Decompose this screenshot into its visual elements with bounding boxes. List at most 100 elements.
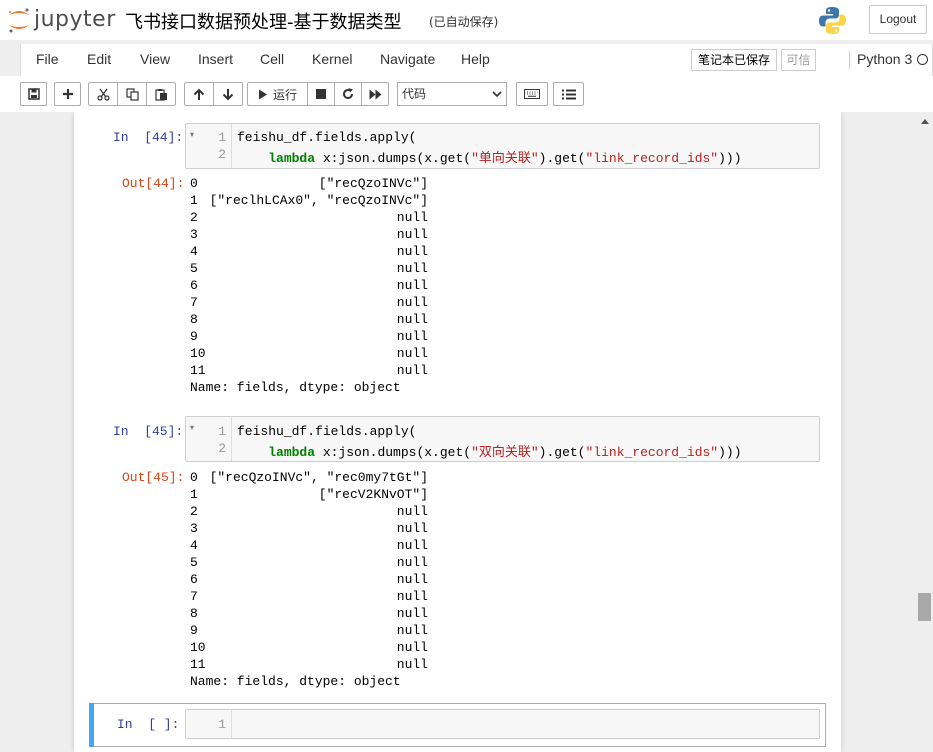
output-value: null bbox=[396, 363, 428, 378]
move-up-button[interactable] bbox=[184, 82, 214, 106]
line-gutter: 1 bbox=[186, 710, 232, 738]
output-index: 2 bbox=[190, 210, 198, 225]
scrollbar-thumb[interactable] bbox=[918, 593, 931, 621]
output-row: 6 null bbox=[190, 571, 428, 588]
output-value: ["reclhLCAx0", "recQzoINVc"] bbox=[209, 193, 428, 208]
cell-type-select[interactable]: 代码 bbox=[397, 82, 507, 106]
code-line-2: lambda x:json.dumps(x.get("单向关联").get("l… bbox=[268, 151, 742, 166]
autosave-status: (已自动保存) bbox=[429, 15, 499, 29]
play-icon bbox=[258, 89, 267, 99]
run-label: 运行 bbox=[272, 87, 297, 102]
string-token: "双向关联" bbox=[471, 445, 539, 460]
line-number: 2 bbox=[218, 147, 226, 162]
output-index: 1 bbox=[190, 487, 198, 502]
output-value: ["recQzoINVc"] bbox=[318, 176, 428, 191]
output-index: 2 bbox=[190, 504, 198, 519]
insert-cell-button[interactable] bbox=[54, 82, 81, 106]
output-index: 5 bbox=[190, 261, 198, 276]
restart-button[interactable] bbox=[334, 82, 362, 106]
notebook-saved-indicator: 笔记本已保存 bbox=[691, 49, 778, 71]
output-index: 6 bbox=[190, 278, 198, 293]
arrow-down-icon bbox=[222, 88, 234, 100]
output-value: null bbox=[396, 521, 428, 536]
notebook-title[interactable]: 飞书接口数据预处理-基于数据类型 bbox=[125, 8, 402, 34]
output-value: null bbox=[396, 640, 428, 655]
output-row: 3 null bbox=[190, 226, 428, 243]
menu-cell[interactable]: Cell bbox=[260, 44, 284, 76]
selection-bar bbox=[89, 703, 94, 747]
copy-icon bbox=[125, 87, 139, 101]
output-row: 5 null bbox=[190, 260, 428, 277]
restart-run-all-button[interactable] bbox=[361, 82, 389, 106]
restart-icon bbox=[343, 88, 353, 99]
output-index: 4 bbox=[190, 244, 198, 259]
output-index: 0 bbox=[190, 470, 198, 485]
kernel-name[interactable]: Python 3 bbox=[857, 44, 912, 75]
output-row: 2 null bbox=[190, 503, 428, 520]
cell-44-output: 0 ["recQzoINVc"] 1 ["reclhLCAx0", "recQzoIN… bbox=[190, 175, 428, 396]
output-row: 10 null bbox=[190, 345, 428, 362]
line-gutter: ▾ 1 2 bbox=[186, 417, 232, 461]
code-cell-44-input[interactable]: ▾ 1 2 feishu_df.fields.apply( lambda x:j… bbox=[185, 123, 820, 169]
paste-button[interactable] bbox=[146, 82, 176, 106]
menu-view[interactable]: View bbox=[140, 44, 170, 76]
logout-button[interactable]: Logout bbox=[869, 5, 927, 34]
menu-insert[interactable]: Insert bbox=[198, 44, 233, 76]
output-row: 0 ["recQzoINVc", "rec0my7tGt"] bbox=[190, 469, 428, 486]
jupyter-logo[interactable]: jupyter bbox=[6, 6, 116, 34]
menu-navigate[interactable]: Navigate bbox=[380, 44, 435, 76]
output-footer: Name: fields, dtype: object bbox=[190, 380, 401, 395]
string-token: "单向关联" bbox=[471, 151, 539, 166]
output-value: null bbox=[396, 606, 428, 621]
scroll-up-arrow-icon[interactable] bbox=[921, 118, 929, 124]
arrow-up-icon bbox=[193, 88, 205, 100]
run-button[interactable]: 运行 bbox=[247, 82, 308, 106]
output-value: ["recQzoINVc", "rec0my7tGt"] bbox=[209, 470, 428, 485]
code-cell-45-input[interactable]: ▾ 1 2 feishu_df.fields.apply( lambda x:j… bbox=[185, 416, 820, 462]
vertical-scrollbar[interactable] bbox=[916, 112, 933, 752]
out-prompt-45: Out[45]: bbox=[122, 470, 185, 485]
output-index: 1 bbox=[190, 193, 198, 208]
in-prompt-44: In [44]: bbox=[113, 130, 184, 145]
move-down-button[interactable] bbox=[213, 82, 243, 106]
output-row: 11 null bbox=[190, 362, 428, 379]
menu-kernel[interactable]: Kernel bbox=[312, 44, 352, 76]
trusted-button[interactable]: 可信 bbox=[781, 49, 816, 71]
notebook-area[interactable]: In [44]: ▾ 1 2 feishu_df.fields.apply( l… bbox=[0, 112, 933, 752]
menu-help[interactable]: Help bbox=[461, 44, 490, 76]
cell-45-output: 0 ["recQzoINVc", "rec0my7tGt"] 1 ["recV2KNv… bbox=[190, 469, 428, 690]
output-value: null bbox=[396, 329, 428, 344]
output-row: 1 ["recV2KNvOT"] bbox=[190, 486, 428, 503]
output-row: 1 ["reclhLCAx0", "recQzoINVc"] bbox=[190, 192, 428, 209]
stop-icon bbox=[316, 89, 326, 99]
copy-button[interactable] bbox=[117, 82, 147, 106]
empty-cell-input[interactable]: 1 bbox=[185, 709, 820, 739]
cell-type-value: 代码 bbox=[402, 87, 427, 101]
interrupt-button[interactable] bbox=[307, 82, 335, 106]
chevron-down-icon bbox=[492, 91, 502, 98]
save-button[interactable] bbox=[20, 82, 47, 106]
output-value: null bbox=[396, 278, 428, 293]
command-palette-button[interactable] bbox=[516, 82, 548, 106]
toc-button[interactable] bbox=[553, 82, 584, 106]
output-index: 3 bbox=[190, 521, 198, 536]
cut-icon bbox=[96, 88, 110, 101]
in-prompt-empty: In [ ]: bbox=[117, 717, 180, 732]
output-value: null bbox=[396, 312, 428, 327]
menu-file[interactable]: File bbox=[36, 44, 59, 76]
save-icon bbox=[27, 88, 40, 100]
output-index: 9 bbox=[190, 329, 198, 344]
string-token: "link_record_ids" bbox=[585, 445, 719, 460]
list-icon bbox=[561, 89, 576, 99]
output-value: null bbox=[396, 589, 428, 604]
cut-button[interactable] bbox=[88, 82, 118, 106]
output-value: null bbox=[396, 244, 428, 259]
output-row: 11 null bbox=[190, 656, 428, 673]
output-index: 0 bbox=[190, 176, 198, 191]
output-value: null bbox=[396, 227, 428, 242]
toolbar: 运行 代码 bbox=[0, 76, 933, 112]
line-number: 2 bbox=[218, 441, 226, 456]
menu-edit[interactable]: Edit bbox=[87, 44, 111, 76]
python-logo-icon bbox=[819, 7, 846, 34]
output-index: 9 bbox=[190, 623, 198, 638]
